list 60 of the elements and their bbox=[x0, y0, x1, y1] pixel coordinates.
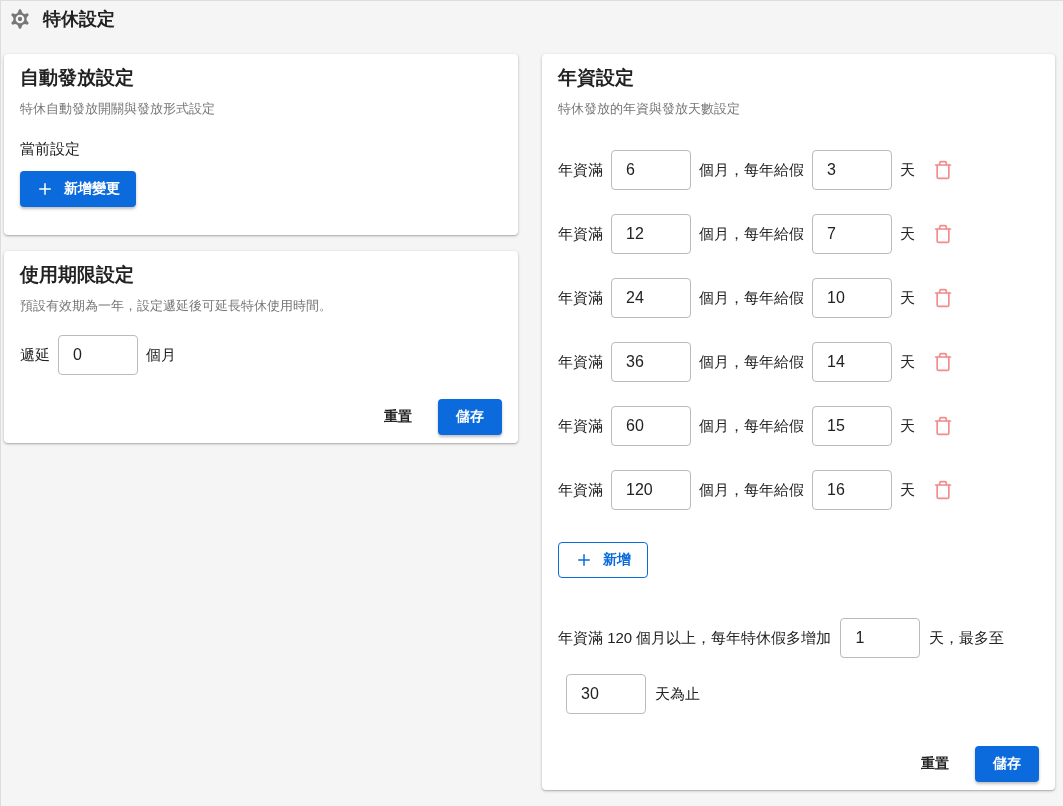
unit-label: 天 bbox=[900, 224, 915, 244]
input-field[interactable]: 10 bbox=[812, 278, 892, 318]
field-label: 個月，每年給假 bbox=[699, 352, 804, 372]
unit-label: 個月 bbox=[146, 345, 176, 365]
rule-text: 天為止 bbox=[655, 684, 700, 704]
field-label: 年資滿 bbox=[558, 352, 603, 372]
input-field[interactable]: 0 bbox=[58, 335, 138, 375]
field-label: 個月，每年給假 bbox=[699, 416, 804, 436]
rule-text: 天，最多至 bbox=[929, 628, 1005, 648]
delete-icon[interactable] bbox=[933, 416, 953, 436]
input-field[interactable]: 36 bbox=[611, 342, 691, 382]
field-label: 年資滿 bbox=[558, 288, 603, 308]
page-title: 特休設定 bbox=[43, 8, 115, 31]
input-field[interactable]: 24 bbox=[611, 278, 691, 318]
save-button[interactable]: 儲存 bbox=[438, 399, 502, 435]
unit-label: 天 bbox=[900, 288, 915, 308]
input-field[interactable]: 16 bbox=[812, 470, 892, 510]
plus-icon bbox=[36, 180, 54, 198]
input-field[interactable]: 6 bbox=[611, 150, 691, 190]
plus-icon bbox=[575, 551, 593, 569]
field-label: 個月，每年給假 bbox=[699, 480, 804, 500]
unit-label: 天 bbox=[900, 480, 915, 500]
card-description: 特休自動發放開關與發放形式設定 bbox=[20, 100, 216, 118]
add-change-button[interactable]: 新增變更 bbox=[20, 171, 136, 207]
card-description: 預設有效期為一年，設定遞延後可延長特休使用時間。 bbox=[20, 297, 333, 315]
delete-icon[interactable] bbox=[933, 288, 953, 308]
input-field[interactable]: 14 bbox=[812, 342, 892, 382]
reset-button[interactable]: 重置 bbox=[907, 746, 963, 782]
delete-icon[interactable] bbox=[933, 480, 953, 500]
card-title: 年資設定 bbox=[558, 66, 635, 90]
field-label: 遞延 bbox=[20, 345, 50, 365]
field-label: 年資滿 bbox=[558, 480, 603, 500]
input-field[interactable]: 7 bbox=[812, 214, 892, 254]
add-button[interactable]: 新增 bbox=[558, 542, 648, 578]
unit-label: 天 bbox=[900, 352, 915, 372]
input-field[interactable]: 60 bbox=[611, 406, 691, 446]
field-label: 年資滿 bbox=[558, 224, 603, 244]
input-field[interactable]: 15 bbox=[812, 406, 892, 446]
input-field[interactable]: 12 bbox=[611, 214, 691, 254]
unit-label: 天 bbox=[900, 160, 915, 180]
delete-icon[interactable] bbox=[933, 160, 953, 180]
field-label: 個月，每年給假 bbox=[699, 288, 804, 308]
card-description: 特休發放的年資與發放天數設定 bbox=[558, 100, 741, 118]
field-label: 個月，每年給假 bbox=[699, 224, 804, 244]
field-label: 年資滿 bbox=[558, 416, 603, 436]
unit-label: 天 bbox=[900, 416, 915, 436]
delete-icon[interactable] bbox=[933, 352, 953, 372]
input-field[interactable]: 3 bbox=[812, 150, 892, 190]
field-label: 個月，每年給假 bbox=[699, 160, 804, 180]
delete-icon[interactable] bbox=[933, 224, 953, 244]
current-setting-label: 當前設定 bbox=[20, 140, 81, 159]
save-button[interactable]: 儲存 bbox=[975, 746, 1039, 782]
field-label: 年資滿 bbox=[558, 160, 603, 180]
reset-button[interactable]: 重置 bbox=[370, 399, 426, 435]
input-field[interactable]: 120 bbox=[611, 470, 691, 510]
rule-text: 年資滿 120 個月以上，每年特休假多增加 bbox=[558, 628, 832, 648]
card-title: 使用期限設定 bbox=[20, 263, 135, 287]
input-field[interactable]: 30 bbox=[566, 674, 646, 714]
input-field[interactable]: 1 bbox=[840, 618, 921, 658]
card-title: 自動發放設定 bbox=[20, 66, 135, 90]
